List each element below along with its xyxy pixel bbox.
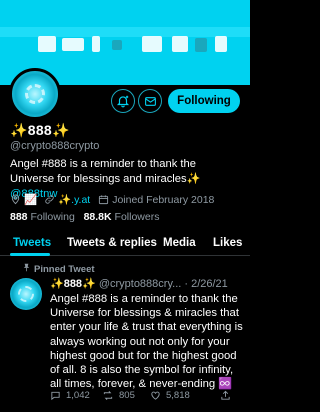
- tweet-header: ✨888✨ @crypto888cry... · 2/26/21: [50, 277, 228, 290]
- reply-count: 1,042: [66, 390, 90, 401]
- tweet-author-handle[interactable]: @crypto888cry...: [99, 278, 182, 290]
- profile-stats: 888 Following 88.8K Followers: [10, 211, 159, 223]
- tweet-avatar[interactable]: [10, 278, 42, 310]
- followers-stat[interactable]: 88.8K Followers: [84, 211, 160, 223]
- tab-tweets[interactable]: Tweets: [13, 237, 51, 249]
- heart-icon: [151, 391, 160, 400]
- reply-action[interactable]: 1,042: [50, 390, 90, 401]
- message-button[interactable]: [138, 89, 162, 113]
- location-pin-icon: [11, 194, 20, 205]
- tweet-text: Angel #888 is a reminder to thank the Un…: [50, 293, 243, 391]
- profile-handle: @crypto888crypto: [10, 140, 100, 152]
- reply-icon: [51, 391, 60, 401]
- share-icon: [221, 390, 230, 400]
- share-action[interactable]: [220, 390, 236, 401]
- envelope-icon: [144, 96, 156, 106]
- joined-date: Joined February 2018: [112, 193, 215, 206]
- notifications-button[interactable]: [111, 89, 135, 113]
- profile-avatar[interactable]: [9, 68, 61, 120]
- tab-tweets-replies[interactable]: Tweets & replies: [67, 237, 157, 249]
- pinned-label: Pinned Tweet: [34, 264, 95, 275]
- active-tab-indicator: [10, 253, 50, 256]
- retweet-count: 805: [119, 390, 135, 401]
- tab-likes[interactable]: Likes: [213, 237, 242, 249]
- like-count: 5,818: [166, 390, 190, 401]
- bell-plus-icon: [116, 95, 130, 108]
- profile-tabs: Tweets Tweets & replies Media Likes: [0, 232, 250, 256]
- bio-text: Angel #888 is a reminder to thank the Un…: [10, 158, 201, 185]
- profile-meta: 📈 ✨.y.at Joined February 2018: [10, 193, 214, 206]
- like-action[interactable]: 5,818: [150, 390, 190, 401]
- tweet-date[interactable]: · 2/26/21: [184, 278, 227, 290]
- location-emoji: 📈: [24, 194, 38, 206]
- retweet-icon: [103, 391, 113, 400]
- pin-icon: [23, 263, 30, 272]
- calendar-icon: [99, 195, 109, 205]
- profile-display-name: ✨888✨: [10, 122, 70, 138]
- following-button[interactable]: Following: [168, 89, 240, 113]
- retweet-action[interactable]: 805: [102, 390, 135, 401]
- profile-website-link[interactable]: ✨.y.at: [58, 193, 90, 206]
- following-stat[interactable]: 888 Following: [10, 211, 75, 223]
- tab-media[interactable]: Media: [163, 237, 196, 249]
- link-icon: [45, 195, 54, 204]
- tweet-author-name[interactable]: ✨888✨: [50, 278, 96, 290]
